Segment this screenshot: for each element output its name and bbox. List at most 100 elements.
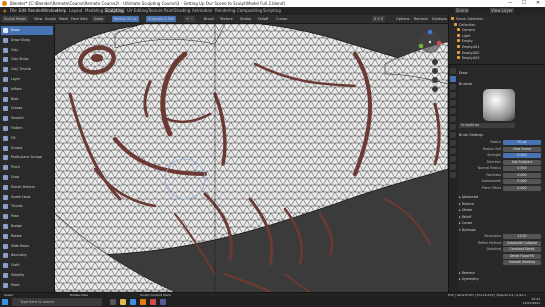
minimize-button[interactable]: —: [503, 0, 517, 7]
task-view-icon[interactable]: [110, 299, 116, 305]
tool-smooth[interactable]: Smooth: [1, 114, 53, 123]
menu-help[interactable]: Help: [57, 8, 66, 13]
outliner-item[interactable]: Camera: [451, 28, 545, 33]
tool-grab[interactable]: Grab: [1, 173, 53, 182]
workspace-tab-animation[interactable]: Animation: [191, 8, 213, 13]
brush-settings-section[interactable]: Brush Settings: [459, 133, 544, 138]
collapsible-section[interactable]: ▸ Cursor: [459, 221, 544, 226]
blender-taskbar-icon[interactable]: [140, 299, 146, 305]
mode-selector[interactable]: Sculpt Mode: [2, 16, 28, 22]
collapsible-section[interactable]: ▸ Falloff: [459, 215, 544, 220]
properties-tab-icon[interactable]: [450, 100, 456, 106]
tool-clay-strips[interactable]: Clay Strips: [1, 55, 53, 64]
view-layer-selector[interactable]: View Layer: [490, 8, 514, 13]
app-taskbar-icon[interactable]: [160, 299, 166, 305]
tool-fill[interactable]: Fill: [1, 134, 53, 143]
file-explorer-icon[interactable]: [120, 299, 126, 305]
tool-mask[interactable]: Mask: [1, 281, 53, 290]
blender-menu-icon[interactable]: ◉: [3, 8, 7, 13]
property-value-field[interactable]: 50 px: [503, 140, 541, 145]
workspace-tab-layout[interactable]: Layout: [68, 8, 84, 13]
property-value-field[interactable]: 0.000: [503, 179, 541, 184]
brush-selector[interactable]: Draw: [92, 16, 106, 22]
tool-snake-hook[interactable]: Snake Hook: [1, 193, 53, 202]
tool-clay[interactable]: Clay: [1, 46, 53, 55]
properties-tab-icon[interactable]: [450, 140, 456, 146]
tool-boundary[interactable]: Boundary: [1, 251, 53, 260]
header-texture-popover[interactable]: Texture: [218, 16, 235, 22]
property-value-field[interactable]: Add Subtract: [503, 159, 541, 165]
header-options-popover[interactable]: Options: [394, 16, 412, 22]
header-cursor-popover[interactable]: Cursor: [274, 16, 290, 22]
3d-viewport[interactable]: [55, 24, 448, 292]
tool-clay-thumb[interactable]: Clay Thumb: [1, 65, 53, 74]
scene-selector[interactable]: Scene: [455, 8, 470, 13]
direction-toggle[interactable]: + −: [184, 16, 195, 22]
properties-tab-icon[interactable]: [450, 76, 456, 82]
collapsible-section[interactable]: ▸ Stroke: [459, 208, 544, 213]
tool-elastic-deform[interactable]: Elastic Deform: [1, 183, 53, 192]
tool-blob[interactable]: Blob: [1, 95, 53, 104]
header-stroke-popover[interactable]: Stroke: [238, 16, 253, 22]
outliner-item[interactable]: Scene Collection: [451, 17, 544, 22]
outliner-item[interactable]: Collection: [451, 22, 545, 28]
tool-inflate[interactable]: Inflate: [1, 85, 53, 94]
workspace-tab-uv-editing[interactable]: UV Editing: [126, 8, 149, 13]
collapsible-section[interactable]: ▸ Remesh: [459, 271, 544, 276]
recorder-taskbar-icon[interactable]: [150, 299, 156, 305]
tool-draw-sharp[interactable]: Draw Sharp: [1, 36, 53, 45]
menu-window[interactable]: Window: [42, 8, 58, 13]
outliner-item[interactable]: Empty.001: [451, 45, 545, 50]
header-remesh-popover[interactable]: Remesh: [412, 16, 430, 22]
navigation-gizmo[interactable]: [418, 29, 442, 53]
outliner-item[interactable]: Light: [451, 33, 545, 39]
header-dyntopo-popover[interactable]: Dyntopo: [430, 16, 449, 22]
properties-tab-icon[interactable]: [450, 116, 456, 122]
property-value-field[interactable]: Subdivide Collapse: [503, 240, 541, 246]
properties-tab-icon[interactable]: [450, 108, 456, 114]
tool-flatten[interactable]: Flatten: [1, 124, 53, 133]
taskbar-search-input[interactable]: Type here to search: [12, 298, 102, 306]
tool-thumb[interactable]: Thumb: [1, 202, 53, 211]
tool-draw[interactable]: Draw: [1, 26, 53, 35]
property-value-field[interactable]: 0.000: [503, 172, 541, 178]
workspace-tab-texture-paint[interactable]: Texture Paint: [147, 8, 175, 13]
properties-tab-icon[interactable]: [450, 164, 456, 170]
outliner-item[interactable]: Empty: [451, 39, 545, 44]
close-button[interactable]: ✕: [531, 0, 545, 7]
workspace-tab-sculpting[interactable]: Sculpting: [104, 8, 125, 13]
menu-edit[interactable]: Edit: [19, 8, 27, 13]
taskbar-clock[interactable]: 10:24 11/07/2021: [510, 297, 540, 306]
outliner-item[interactable]: Empty.002: [451, 50, 545, 56]
workspace-tab-modeling[interactable]: Modeling: [84, 8, 104, 13]
collapsible-section[interactable]: ▸ Advanced: [459, 195, 544, 200]
edge-browser-icon[interactable]: [130, 299, 136, 305]
collapsible-section[interactable]: ▸ Texture: [459, 202, 544, 207]
menu-render[interactable]: Render: [28, 8, 42, 13]
property-value-field[interactable]: View Scene: [503, 146, 541, 152]
strength-field[interactable]: Strength 0.500: [146, 16, 177, 22]
tool-nudge[interactable]: Nudge: [1, 222, 53, 231]
tool-layer[interactable]: Layer: [1, 75, 53, 84]
property-value-field[interactable]: 12.00: [503, 234, 541, 239]
radius-field[interactable]: Radius 50 px: [112, 16, 139, 22]
collapsible-section[interactable]: ▸ Symmetry: [459, 277, 544, 282]
property-value-field[interactable]: Constant Detail: [503, 247, 541, 252]
tool-slide-relax[interactable]: Slide Relax: [1, 242, 53, 251]
tool-scrape[interactable]: Scrape: [1, 144, 53, 153]
header-brush-popover[interactable]: Brush: [202, 16, 216, 22]
windows-start-icon[interactable]: [2, 299, 8, 305]
header-menu-sculpt[interactable]: Sculpt: [43, 16, 58, 22]
properties-tab-icon[interactable]: [450, 92, 456, 98]
tool-cloth[interactable]: Cloth: [1, 261, 53, 270]
properties-tab-icon[interactable]: [450, 132, 456, 138]
tool-rotate[interactable]: Rotate: [1, 232, 53, 241]
properties-tab-icon[interactable]: [450, 84, 456, 90]
property-value-field[interactable]: 0.000: [503, 185, 541, 191]
tool-crease[interactable]: Crease: [1, 104, 53, 113]
outliner-item[interactable]: Empty.003: [451, 56, 545, 61]
workspace-tab-shading[interactable]: Shading: [173, 8, 191, 13]
properties-tab-icon[interactable]: [450, 172, 456, 178]
smooth-shading-checkbox[interactable]: Smooth Shading: [459, 260, 544, 265]
collapsible-section[interactable]: ▾ Dyntopo: [459, 228, 544, 233]
